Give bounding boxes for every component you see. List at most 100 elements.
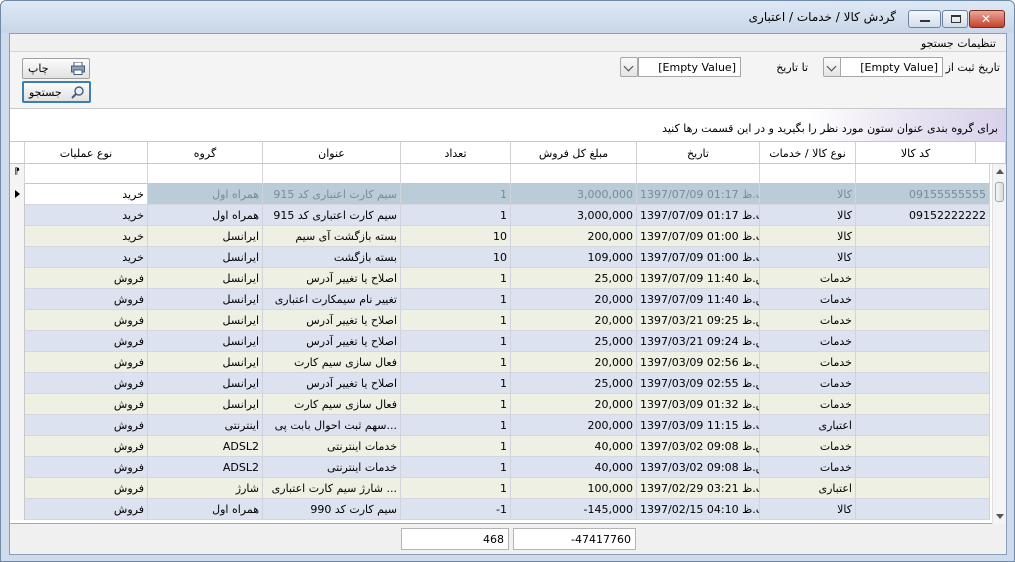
row-indicator[interactable] (10, 499, 25, 520)
data-grid[interactable]: نوع عملیات گروه عنوان تعداد مبلغ کل فروش… (10, 142, 1006, 524)
minimize-button[interactable] (908, 10, 941, 28)
cell-amount[interactable]: 109,000 (511, 247, 637, 268)
row-indicator[interactable] (10, 436, 25, 457)
cell-code[interactable]: 09155555555 (856, 184, 990, 205)
cell-date[interactable]: ق.ظ 11:40 1397/07/09 (637, 268, 760, 289)
cell-title[interactable]: اصلاح یا تغییر آدرس (263, 310, 401, 331)
scroll-thumb[interactable] (995, 182, 1004, 202)
table-row[interactable]: فروش شارژ... شارژ سیم کارت اعتباری 1 100,00… (10, 478, 990, 499)
cell-op[interactable]: خرید (25, 184, 148, 205)
filter-cell[interactable] (263, 164, 401, 184)
cell-qty[interactable]: 1 (401, 289, 511, 310)
cell-title[interactable]: فعال سازی سیم کارت (263, 352, 401, 373)
scroll-up-icon[interactable] (996, 169, 1004, 174)
scroll-down-icon[interactable] (996, 514, 1004, 519)
column-header-item-code[interactable]: کد کالا (856, 142, 976, 164)
cell-qty[interactable]: 1 (401, 205, 511, 226)
cell-type[interactable]: کالا (760, 247, 856, 268)
to-date-dropdown[interactable] (620, 57, 638, 77)
row-indicator[interactable] (10, 352, 25, 373)
row-indicator[interactable] (10, 415, 25, 436)
cell-qty[interactable]: 1 (401, 331, 511, 352)
cell-group[interactable]: ایرانسل (148, 373, 263, 394)
cell-op[interactable]: فروش (25, 436, 148, 457)
cell-qty[interactable]: -1 (401, 499, 511, 520)
cell-type[interactable]: خدمات (760, 268, 856, 289)
table-row[interactable]: فروش اینترنتی ...سهم ثبت احوال بابت پی 1 200… (10, 415, 990, 436)
cell-qty[interactable]: 1 (401, 394, 511, 415)
cell-amount[interactable]: 25,000 (511, 331, 637, 352)
filter-cell[interactable] (637, 164, 760, 184)
table-row[interactable]: فروشایرانسلفعال سازی سیم کارت120,000ق.ظ … (10, 394, 990, 415)
cell-type[interactable]: خدمات (760, 373, 856, 394)
cell-op[interactable]: فروش (25, 352, 148, 373)
column-header-date[interactable]: تاریخ (637, 142, 760, 164)
cell-title[interactable]: تغییر نام سیمکارت اعتباری (263, 289, 401, 310)
vertical-scrollbar[interactable] (992, 164, 1006, 524)
table-row[interactable]: فروشایرانسلاصلاح یا تغییر آدرس125,000ق.ظ… (10, 268, 990, 289)
cell-qty[interactable]: 1 (401, 184, 511, 205)
cell-amount[interactable]: 20,000 (511, 352, 637, 373)
cell-op[interactable]: فروش (25, 310, 148, 331)
cell-group[interactable]: اینترنتی (148, 415, 263, 436)
cell-amount[interactable]: 3,000,000 (511, 205, 637, 226)
column-header-quantity[interactable]: تعداد (401, 142, 511, 164)
cell-code[interactable] (856, 373, 990, 394)
column-header-operation-type[interactable]: نوع عملیات (25, 142, 148, 164)
filter-cell[interactable] (25, 164, 148, 184)
cell-type[interactable]: کالا (760, 184, 856, 205)
cell-title[interactable]: بسته بازگشت (263, 247, 401, 268)
cell-date[interactable]: ب.ظ 11:15 1397/03/09 (637, 415, 760, 436)
cell-op[interactable]: خرید (25, 226, 148, 247)
cell-type[interactable]: خدمات (760, 457, 856, 478)
column-header-group[interactable]: گروه (148, 142, 263, 164)
cell-title[interactable]: اصلاح یا تغییر آدرس (263, 373, 401, 394)
cell-group[interactable]: ایرانسل (148, 268, 263, 289)
row-indicator[interactable] (10, 184, 25, 205)
cell-code[interactable] (856, 394, 990, 415)
cell-amount[interactable]: 20,000 (511, 394, 637, 415)
cell-title[interactable]: بسته بازگشت آی سیم (263, 226, 401, 247)
cell-op[interactable]: فروش (25, 394, 148, 415)
cell-type[interactable]: خدمات (760, 436, 856, 457)
cell-op[interactable]: فروش (25, 331, 148, 352)
cell-title[interactable]: خدمات اینترنتی (263, 436, 401, 457)
cell-qty[interactable]: 1 (401, 415, 511, 436)
cell-amount[interactable]: 20,000 (511, 310, 637, 331)
table-row[interactable]: فروشایرانسلاصلاح یا تغییر آدرس125,000ق.ظ… (10, 331, 990, 352)
column-header-total-amount[interactable]: مبلغ کل فروش (511, 142, 637, 164)
cell-date[interactable]: ق.ظ 09:08 1397/03/02 (637, 457, 760, 478)
cell-amount[interactable]: 100,000 (511, 478, 637, 499)
cell-op[interactable]: فروش (25, 478, 148, 499)
cell-code[interactable] (856, 499, 990, 520)
cell-date[interactable]: ب.ظ 01:00 1397/07/09 (637, 247, 760, 268)
cell-title[interactable]: ...سهم ثبت احوال بابت پی (263, 415, 401, 436)
cell-type[interactable]: خدمات (760, 394, 856, 415)
cell-group[interactable]: همراه اول (148, 499, 263, 520)
close-button[interactable]: ✕ (969, 10, 1005, 28)
cell-code[interactable] (856, 478, 990, 499)
cell-qty[interactable]: 1 (401, 373, 511, 394)
row-indicator[interactable] (10, 268, 25, 289)
cell-group[interactable]: ADSL2 (148, 457, 263, 478)
filter-cell[interactable] (401, 164, 511, 184)
cell-title[interactable]: اصلاح یا تغییر آدرس (263, 331, 401, 352)
row-indicator[interactable] (10, 394, 25, 415)
cell-code[interactable] (856, 415, 990, 436)
cell-amount[interactable]: 200,000 (511, 415, 637, 436)
cell-date[interactable]: ب.ظ 03:21 1397/02/29 (637, 478, 760, 499)
row-indicator[interactable] (10, 310, 25, 331)
cell-title[interactable]: سیم کارت اعتباری کد 915 (263, 205, 401, 226)
cell-date[interactable]: ب.ظ 01:00 1397/07/09 (637, 226, 760, 247)
row-indicator[interactable] (10, 373, 25, 394)
table-row[interactable]: فروشایرانسلاصلاح یا تغییر آدرس120,000ق.ظ… (10, 310, 990, 331)
cell-code[interactable] (856, 331, 990, 352)
cell-op[interactable]: فروش (25, 268, 148, 289)
from-date-field[interactable]: [Empty Value] (840, 57, 943, 77)
table-row[interactable]: فروشایرانسلاصلاح یا تغییر آدرس125,000ق.ظ… (10, 373, 990, 394)
filter-row[interactable]: ⁋ (10, 164, 990, 184)
cell-code[interactable] (856, 457, 990, 478)
from-date-dropdown[interactable] (823, 57, 841, 77)
cell-group[interactable]: ایرانسل (148, 289, 263, 310)
cell-group[interactable]: همراه اول (148, 184, 263, 205)
